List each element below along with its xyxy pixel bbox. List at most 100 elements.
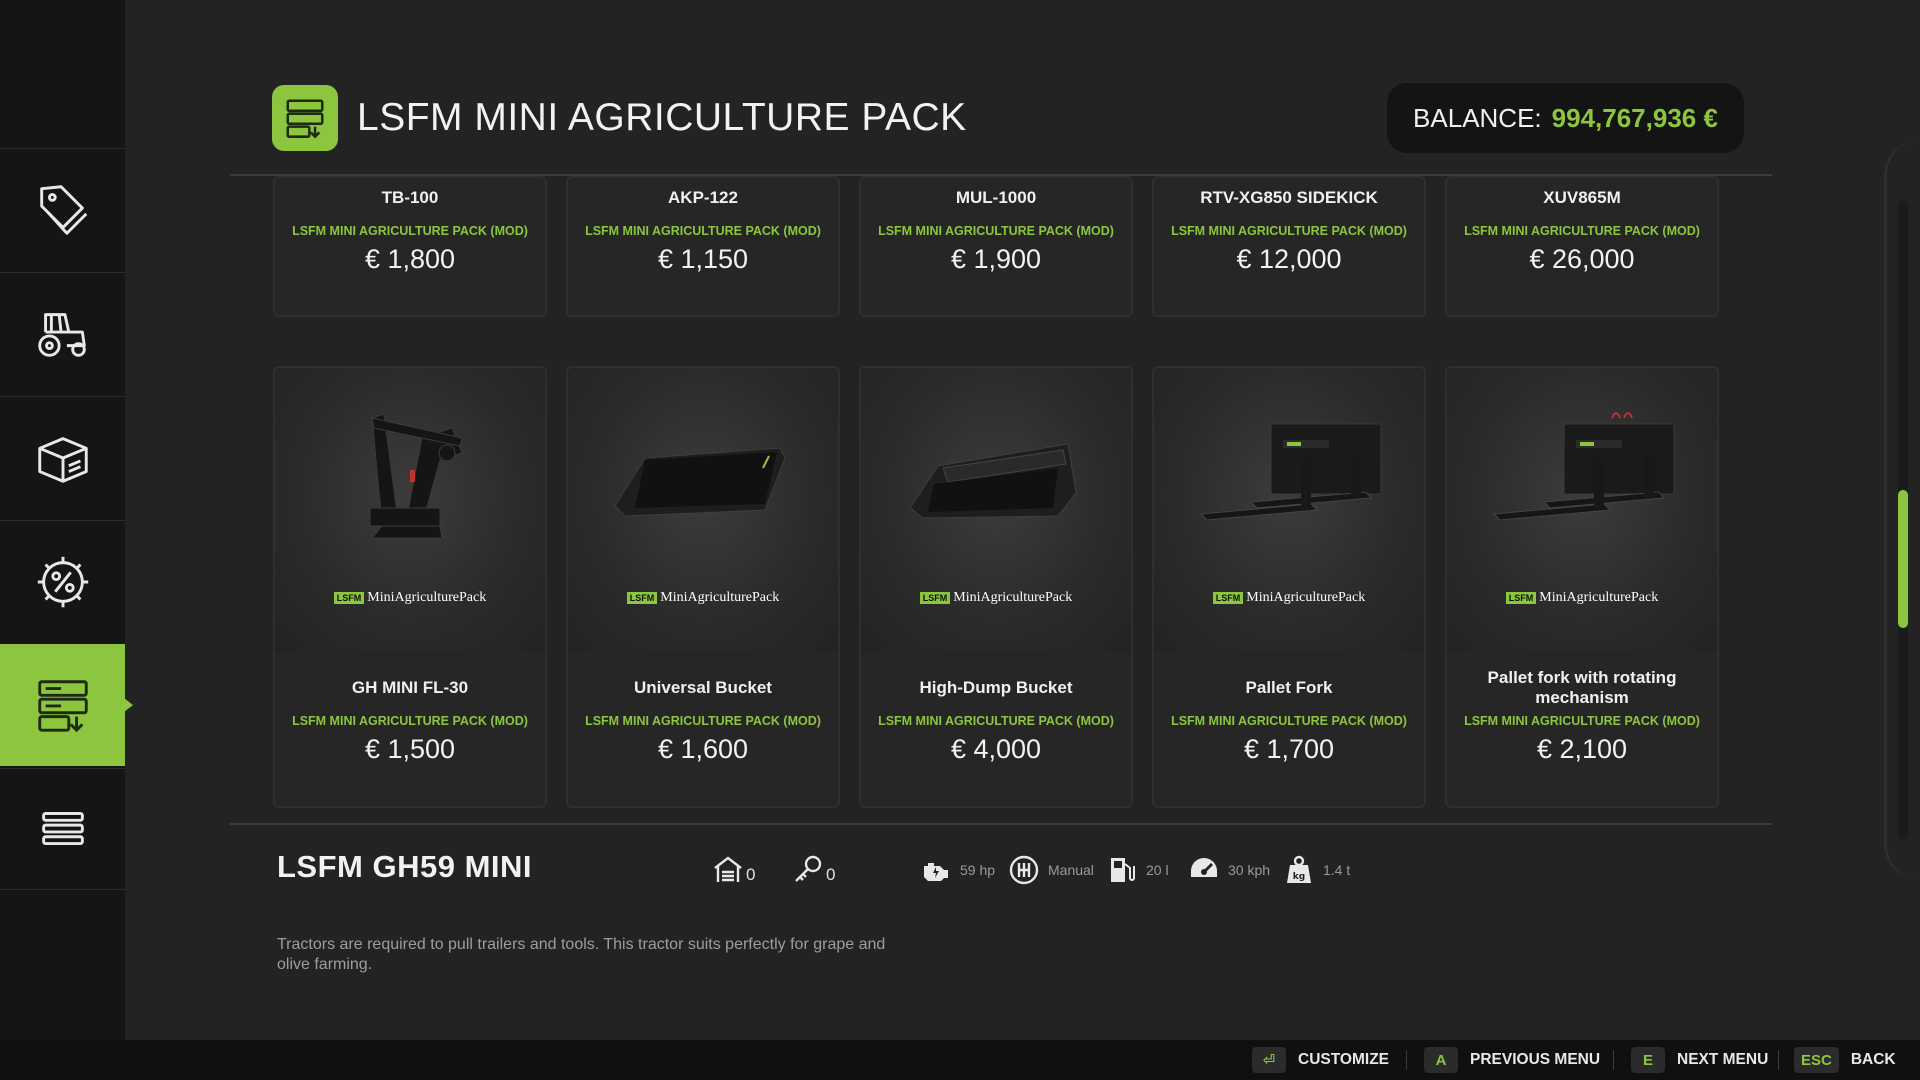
item-source: LSFM MINI AGRICULTURE PACK (MOD) (1464, 714, 1700, 728)
scrollbar-thumb[interactable] (1898, 490, 1908, 628)
sidebar-item-objects[interactable] (0, 396, 125, 518)
item-price: € 4,000 (950, 734, 1042, 764)
box-icon (37, 436, 88, 483)
stat-speed: 30 kph (1188, 852, 1270, 888)
item-price: € 1,150 (657, 244, 749, 274)
sidebar-item-vehicles[interactable] (0, 272, 125, 394)
previous-menu-button[interactable]: A PREVIOUS MENU (1424, 1047, 1600, 1073)
sidebar-item-mods[interactable] (0, 644, 133, 766)
price-tags-icon (39, 184, 87, 235)
rotating-pallet-fork-image (1492, 412, 1675, 521)
brand-logo: LSFM MiniAgriculturePack (275, 590, 545, 606)
item-name: RTV-XG850 SIDEKICK (1200, 188, 1378, 207)
menu-list-icon (41, 812, 84, 845)
item-price: € 1,700 (1243, 734, 1335, 764)
stat-fuel: 20 l (1106, 852, 1169, 888)
separator (1406, 1050, 1407, 1070)
brand-logo: LSFM MiniAgriculturePack (1447, 590, 1717, 606)
fuel-pump-icon (1111, 858, 1135, 882)
store-item-card[interactable]: LSFM MiniAgriculturePack Pallet Fork LSFM… (1152, 366, 1426, 808)
balance-value: 994,767,936 € (1551, 102, 1718, 133)
divider (230, 823, 1772, 825)
fuel-value: 20 l (1146, 862, 1169, 878)
enter-key-icon: ⏎ (1252, 1047, 1286, 1073)
brand-tag: LSFM (919, 591, 951, 604)
brand-name: MiniAgriculturePack (1246, 590, 1366, 605)
store-item-card[interactable]: RTV-XG850 SIDEKICK LSFM MINI AGRICULTURE… (1152, 176, 1426, 317)
svg-text:kg: kg (1293, 872, 1305, 882)
item-name: AKP-122 (668, 188, 738, 207)
item-price: € 26,000 (1529, 244, 1635, 274)
customize-button[interactable]: ⏎ CUSTOMIZE (1252, 1047, 1389, 1073)
store-item-card[interactable]: MUL-1000 LSFM MINI AGRICULTURE PACK (MOD… (859, 176, 1133, 317)
sidebar-item-prices[interactable] (0, 148, 125, 270)
active-indicator (124, 698, 133, 712)
brand-name: MiniAgriculturePack (367, 590, 487, 605)
brand-logo: LSFM MiniAgriculturePack (861, 590, 1131, 606)
page-title: LSFM MINI AGRICULTURE PACK (357, 96, 967, 139)
item-name: MUL-1000 (955, 188, 1037, 207)
previous-menu-label: PREVIOUS MENU (1470, 1051, 1601, 1068)
brand-tag: LSFM (626, 591, 658, 604)
next-menu-label: NEXT MENU (1677, 1051, 1769, 1068)
item-source: LSFM MINI AGRICULTURE PACK (MOD) (292, 224, 528, 238)
stat-power: 59 hp (920, 852, 995, 888)
item-source: LSFM MINI AGRICULTURE PACK (MOD) (878, 714, 1114, 728)
key-hint: E (1631, 1047, 1665, 1073)
brand-tag: LSFM (1212, 591, 1244, 604)
item-price: € 1,900 (950, 244, 1042, 274)
item-price: € 1,600 (657, 734, 749, 764)
high-dump-bucket-image (909, 443, 1077, 519)
customize-label: CUSTOMIZE (1298, 1051, 1389, 1068)
stat-transmission: Manual (1008, 852, 1094, 888)
sidebar (0, 0, 133, 1040)
back-label: BACK (1850, 1051, 1896, 1068)
gearbox-icon (1009, 855, 1039, 885)
store-item-card[interactable]: LSFM MiniAgriculturePack Universal Bucket… (566, 366, 840, 808)
item-source: LSFM MINI AGRICULTURE PACK (MOD) (585, 224, 821, 238)
weight-value: 1.4 t (1323, 862, 1351, 878)
sidebar-item-sales[interactable] (0, 520, 125, 642)
tractor-icon (37, 312, 86, 357)
weight-icon: kg (1287, 855, 1311, 883)
item-name: High-Dump Bucket (919, 678, 1073, 697)
item-name: GH MINI FL-30 (351, 678, 469, 697)
store-item-card[interactable]: LSFM MiniAgriculturePack Pallet fork with… (1445, 366, 1719, 808)
speedometer-icon (1191, 858, 1217, 877)
store-item-card[interactable]: LSFM MiniAgriculturePack High-Dump Bucket… (859, 366, 1133, 808)
item-source: LSFM MINI AGRICULTURE PACK (MOD) (1464, 224, 1700, 238)
universal-bucket-image (614, 447, 786, 517)
power-value: 59 hp (960, 862, 996, 878)
store-item-card[interactable]: AKP-122 LSFM MINI AGRICULTURE PACK (MOD)… (566, 176, 840, 317)
item-name: Pallet fork with rotating mechanism (1487, 668, 1677, 707)
item-source: LSFM MINI AGRICULTURE PACK (MOD) (1171, 224, 1407, 238)
item-name: Universal Bucket (634, 678, 772, 697)
item-image: LSFM MiniAgriculturePack (1154, 368, 1424, 652)
engine-icon (924, 863, 948, 881)
balance-label: BALANCE: (1413, 102, 1542, 133)
key-hint: ESC (1794, 1047, 1839, 1073)
item-price: € 12,000 (1236, 244, 1342, 274)
item-image: LSFM MiniAgriculturePack (1447, 368, 1717, 652)
pallet-fork-image (1199, 423, 1382, 521)
store-item-card[interactable]: TB-100 LSFM MINI AGRICULTURE PACK (MOD) … (273, 176, 547, 317)
brand-tag: LSFM (333, 591, 365, 604)
brand-logo: LSFM MiniAgriculturePack (1154, 590, 1424, 606)
store-item-card[interactable]: XUV865M LSFM MINI AGRICULTURE PACK (MOD)… (1445, 176, 1719, 317)
brand-name: MiniAgriculturePack (953, 590, 1073, 605)
percent-gear-icon (37, 556, 88, 607)
key-hint: A (1424, 1047, 1458, 1073)
separator (1778, 1050, 1779, 1070)
item-image: LSFM MiniAgriculturePack (568, 368, 838, 652)
stat-weight: kg 1.4 t (1283, 852, 1350, 888)
sidebar-item-menu[interactable] (0, 768, 125, 890)
item-name: TB-100 (381, 188, 439, 207)
next-menu-button[interactable]: E NEXT MENU (1631, 1047, 1768, 1073)
item-description: Tractors are required to pull trailers a… (277, 936, 886, 973)
leased-value: 0 (826, 865, 836, 884)
store-item-card[interactable]: LSFM MiniAgriculturePack GH MINI FL-30 LS… (273, 366, 547, 808)
item-source: LSFM MINI AGRICULTURE PACK (MOD) (1171, 714, 1407, 728)
item-image: LSFM MiniAgriculturePack (275, 368, 545, 652)
brand-tag: LSFM (1505, 591, 1537, 604)
back-button[interactable]: ESC BACK (1794, 1047, 1896, 1073)
